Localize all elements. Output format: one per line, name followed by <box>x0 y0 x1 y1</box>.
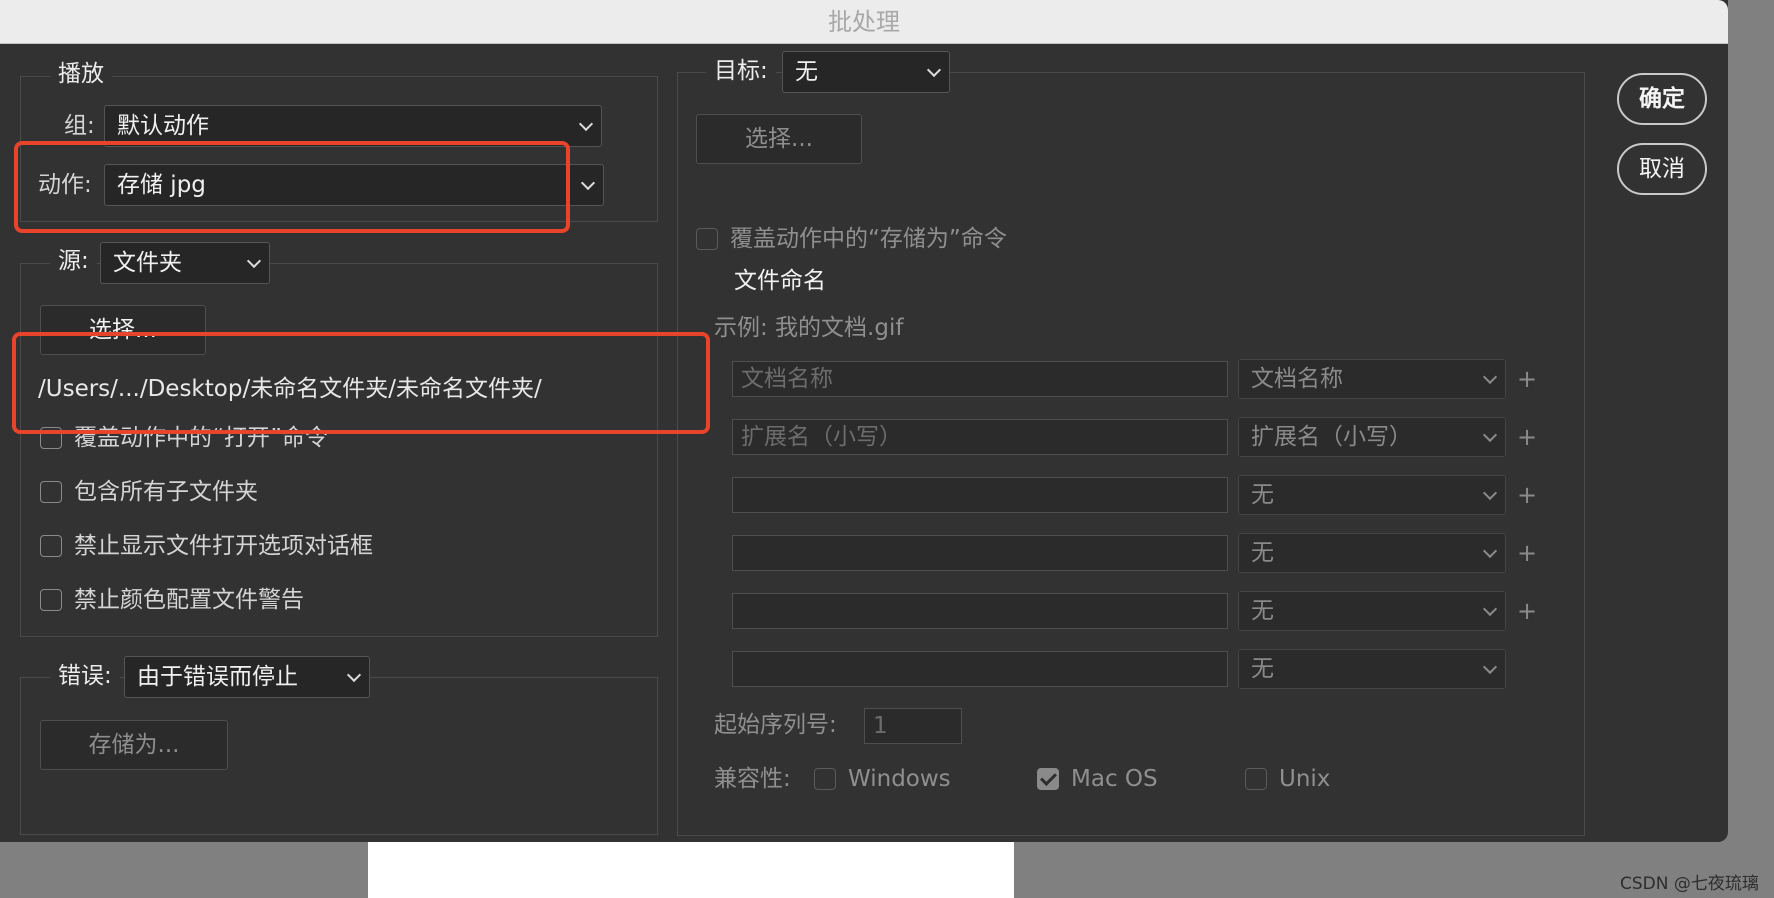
group-label: 组: <box>64 113 95 139</box>
naming-field-2[interactable]: 扩展名（小写） <box>732 419 1228 455</box>
naming-select-3[interactable]: 无 <box>1238 475 1506 515</box>
annotation-highlight-action <box>14 141 570 233</box>
add-row-button-1[interactable]: + <box>1517 365 1537 393</box>
naming-select-4[interactable]: 无 <box>1238 533 1506 573</box>
compatibility-label: 兼容性: <box>714 766 791 792</box>
error-save-as-button[interactable]: 存储为... <box>40 720 228 770</box>
naming-field-1[interactable]: 文档名称 <box>732 361 1228 397</box>
naming-select-5-value: 无 <box>1251 598 1274 624</box>
chevron-down-icon <box>1482 369 1498 385</box>
naming-field-5[interactable] <box>732 593 1228 629</box>
naming-field-4[interactable] <box>732 535 1228 571</box>
include-subfolders-checkbox[interactable] <box>40 481 62 503</box>
naming-select-5[interactable]: 无 <box>1238 591 1506 631</box>
chevron-down-icon <box>580 175 596 191</box>
naming-select-2-value: 扩展名（小写） <box>1251 424 1412 450</box>
suppress-open-options-label: 禁止显示文件打开选项对话框 <box>74 533 373 559</box>
compat-macos-checkbox[interactable] <box>1037 768 1059 790</box>
compat-macos-label: Mac OS <box>1071 766 1158 792</box>
error-select[interactable]: 由于错误而停止 <box>124 656 370 698</box>
chevron-down-icon <box>1482 485 1498 501</box>
chevron-down-icon <box>1482 427 1498 443</box>
naming-example: 示例: 我的文档.gif <box>714 315 904 341</box>
add-row-button-4[interactable]: + <box>1517 539 1537 567</box>
suppress-color-warnings-label: 禁止颜色配置文件警告 <box>74 587 304 613</box>
compat-windows-checkbox[interactable] <box>814 768 836 790</box>
file-naming-title: 文件命名 <box>734 268 826 294</box>
add-row-button-3[interactable]: + <box>1517 481 1537 509</box>
naming-select-3-value: 无 <box>1251 482 1274 508</box>
background-document <box>368 840 1014 898</box>
chevron-down-icon <box>346 667 362 683</box>
chevron-down-icon <box>926 62 942 78</box>
naming-select-1[interactable]: 文档名称 <box>1238 359 1506 399</box>
chevron-down-icon <box>246 253 262 269</box>
chevron-down-icon <box>578 116 594 132</box>
annotation-highlight-source-path <box>12 332 710 434</box>
target-choose-button[interactable]: 选择... <box>696 114 862 164</box>
naming-select-2[interactable]: 扩展名（小写） <box>1238 417 1506 457</box>
ok-button[interactable]: 确定 <box>1617 73 1707 125</box>
target-select[interactable]: 无 <box>782 51 950 93</box>
compat-windows-label: Windows <box>848 766 951 792</box>
start-serial-label: 起始序列号: <box>714 712 837 738</box>
suppress-open-options-checkbox[interactable] <box>40 535 62 557</box>
add-row-button-5[interactable]: + <box>1517 597 1537 625</box>
chevron-down-icon <box>1482 543 1498 559</box>
naming-select-6-value: 无 <box>1251 656 1274 682</box>
target-select-value: 无 <box>795 59 818 85</box>
error-select-value: 由于错误而停止 <box>137 664 298 690</box>
include-subfolders-label: 包含所有子文件夹 <box>74 479 258 505</box>
group-select-value: 默认动作 <box>117 113 209 139</box>
start-serial-input[interactable]: 1 <box>864 708 962 744</box>
naming-select-4-value: 无 <box>1251 540 1274 566</box>
source-select-value: 文件夹 <box>113 250 182 276</box>
source-legend: 源: <box>50 245 97 277</box>
compat-unix-checkbox[interactable] <box>1245 768 1267 790</box>
dialog-title: 批处理 <box>828 8 900 36</box>
suppress-color-warnings-checkbox[interactable] <box>40 589 62 611</box>
batch-dialog: 批处理 播放 组: 默认动作 动作: 存储 jpg 源: 文件夹 选择... /… <box>0 0 1728 842</box>
target-legend: 目标: <box>706 55 776 87</box>
source-select[interactable]: 文件夹 <box>100 242 270 284</box>
override-save-as-label: 覆盖动作中的“存储为”命令 <box>730 226 1007 252</box>
chevron-down-icon <box>1482 659 1498 675</box>
chevron-down-icon <box>1482 601 1498 617</box>
naming-field-3[interactable] <box>732 477 1228 513</box>
add-row-button-2[interactable]: + <box>1517 423 1537 451</box>
naming-field-6[interactable] <box>732 651 1228 687</box>
override-save-as-checkbox[interactable] <box>696 228 718 250</box>
compat-unix-label: Unix <box>1279 766 1331 792</box>
watermark-text: CSDN @七夜琉璃 <box>1620 874 1759 894</box>
naming-select-6[interactable]: 无 <box>1238 649 1506 689</box>
play-legend: 播放 <box>50 58 112 90</box>
error-legend: 错误: <box>50 660 120 692</box>
naming-select-1-value: 文档名称 <box>1251 366 1343 392</box>
cancel-button[interactable]: 取消 <box>1617 143 1707 195</box>
